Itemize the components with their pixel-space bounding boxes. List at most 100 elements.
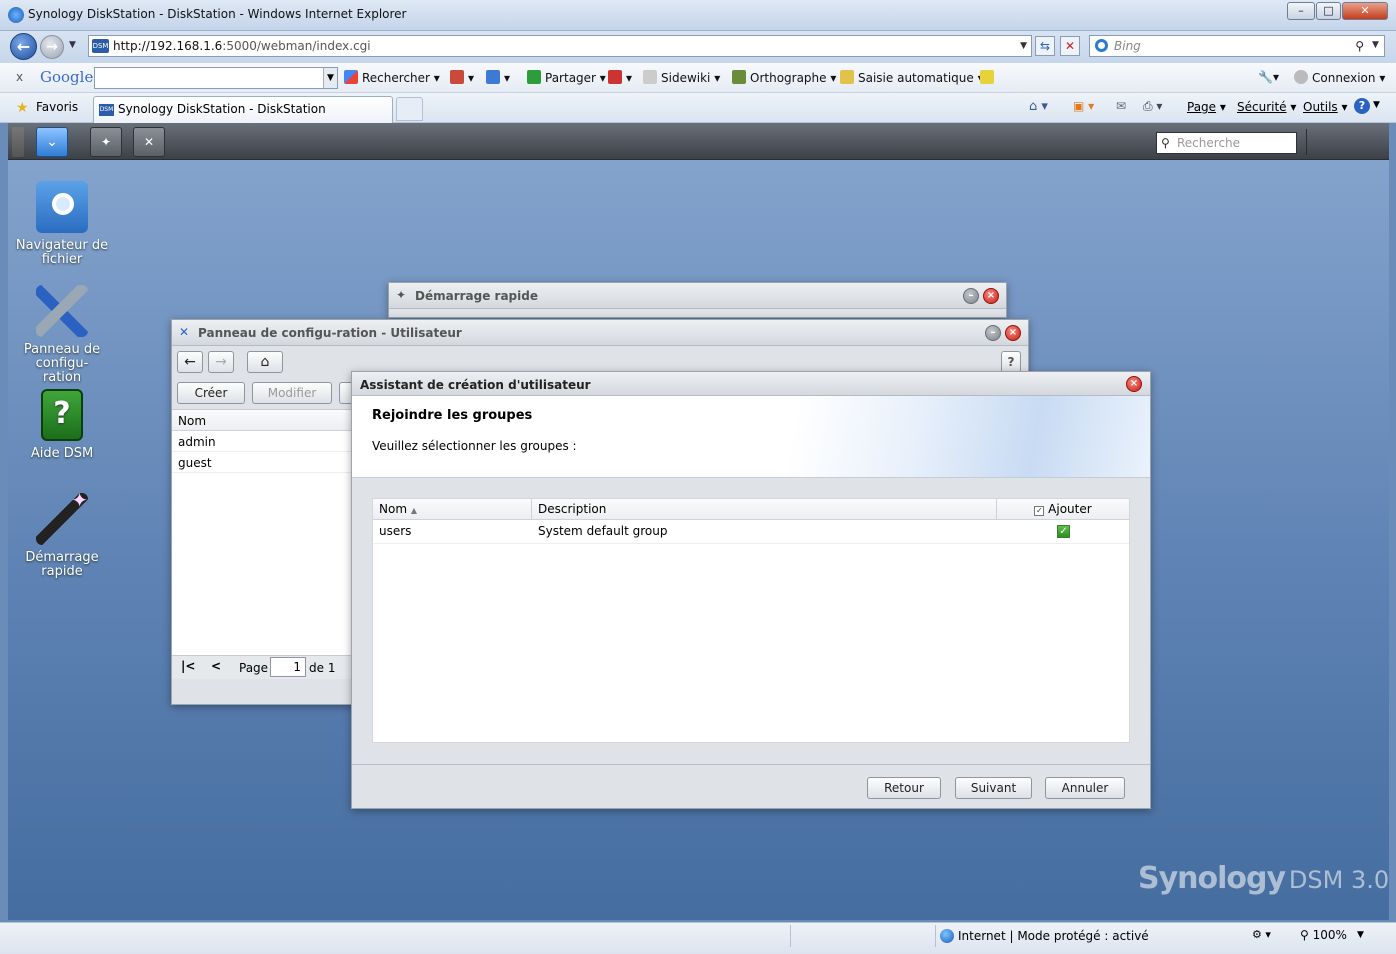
highlight-icon[interactable] (980, 70, 998, 85)
tools-icon: ✕ (179, 325, 190, 339)
new-tab-button[interactable] (396, 97, 423, 121)
bookmarks-button[interactable]: ▾ (450, 70, 474, 85)
share-label: Partager (545, 71, 596, 85)
zoom-button[interactable]: ⚲ 100% (1300, 928, 1347, 942)
back-button[interactable]: Retour (867, 777, 941, 799)
create-user-button[interactable]: Créer (177, 382, 245, 404)
spellcheck-button[interactable]: Orthographe ▾ (732, 70, 836, 85)
select-all-checkbox[interactable]: ✓ (1034, 506, 1045, 516)
nav-back-button[interactable]: ← (177, 351, 203, 373)
file-browser-shortcut[interactable]: Navigateur de fichier (12, 181, 112, 267)
stop-icon[interactable]: ✕ (1060, 36, 1080, 56)
status-bar: Internet | Mode protégé : activé ⚙ ▾ ⚲ 1… (0, 922, 1396, 954)
dsm-help-shortcut[interactable]: ? Aide DSM (12, 389, 112, 461)
dsm-search-input[interactable]: ⚲ Recherche (1156, 132, 1297, 154)
column-header-add[interactable]: ✓ Ajouter (997, 499, 1129, 520)
quick-start-shortcut[interactable]: ✦ Démarrage rapide (12, 490, 112, 579)
add-button[interactable]: ▾ (486, 70, 510, 85)
control-panel-close-button[interactable]: × (1005, 325, 1021, 341)
maximize-button[interactable]: □ (1316, 2, 1341, 20)
column-header-description[interactable]: Description (532, 499, 997, 520)
control-panel-title: Panneau de configu-ration - Utilisateur (198, 326, 462, 340)
page-total-label: de 1 (309, 661, 336, 675)
wizard-subtitle: Veuillez sélectionner les groupes : (372, 439, 577, 453)
google-search-input[interactable]: ▼ (94, 67, 338, 89)
search-placeholder: Bing (1114, 39, 1141, 53)
url-input[interactable]: DSM http://192.168.1.6:5000/webman/index… (88, 35, 1032, 57)
back-arrow-icon[interactable]: ← (10, 33, 37, 60)
page-number-input[interactable]: 1 (270, 657, 306, 677)
browser-tab[interactable]: DSM Synology DiskStation - DiskStation (93, 96, 393, 123)
url-host: http://192.168.1.6 (113, 39, 223, 53)
control-panel-titlebar: ✕ Panneau de configu-ration - Utilisateu… (172, 320, 1028, 346)
table-row[interactable]: users System default group ✓ (373, 520, 1129, 544)
sidewiki-button[interactable]: Sidewiki ▾ (643, 70, 720, 85)
group-add-checkbox[interactable]: ✓ (1057, 525, 1070, 538)
security-zone-label[interactable]: Internet | Mode protégé : activé (958, 929, 1149, 943)
prev-page-icon[interactable]: < (211, 659, 221, 673)
modify-user-button[interactable]: Modifier (252, 382, 332, 404)
close-window-button[interactable]: ✕ (1342, 2, 1388, 20)
home-icon[interactable]: ⌂ ▾ (1029, 99, 1048, 114)
google-search-icon (344, 70, 358, 84)
zoom-level: 100% (1312, 928, 1347, 942)
mail-icon[interactable]: ✉ (1116, 99, 1126, 113)
search-options-icon[interactable]: ▼ (1372, 40, 1379, 50)
share-button[interactable]: Partager ▾ (527, 70, 606, 85)
url-dropdown-icon[interactable]: ▼ (1020, 36, 1027, 56)
wizard-title: Assistant de création d'utilisateur (360, 378, 591, 392)
search-magnifier-icon[interactable]: ⚲ (1355, 36, 1364, 56)
history-dropdown-icon[interactable]: ▼ (69, 40, 76, 50)
minimize-button[interactable]: – (1287, 2, 1315, 20)
synology-logo: Synology (1138, 861, 1286, 896)
next-button[interactable]: Suivant (955, 777, 1032, 799)
wizard-heading: Rejoindre les groupes (372, 408, 533, 423)
control-panel-shortcut[interactable]: Panneau de configu-ration (12, 285, 112, 385)
cancel-button[interactable]: Annuler (1045, 777, 1125, 799)
nav-forward-button[interactable]: → (208, 351, 234, 373)
print-icon[interactable]: ⎙ ▾ (1143, 99, 1162, 114)
wrench-icon[interactable]: 🔧▾ (1258, 70, 1279, 84)
search-input[interactable]: Bing ⚲ (1089, 35, 1385, 57)
nav-home-button[interactable]: ⌂ (247, 351, 283, 373)
taskbar-handle[interactable] (12, 127, 24, 157)
google-search-label: Rechercher (362, 71, 430, 85)
compatibility-icon[interactable]: ⇆ (1035, 36, 1055, 56)
column-name-label: Nom (379, 502, 408, 516)
user-row-admin[interactable]: admin (172, 431, 352, 452)
quick-start-close-button[interactable]: × (983, 288, 999, 304)
tools-menu[interactable]: Outils ▾ (1303, 100, 1348, 114)
zoom-dropdown-icon[interactable]: ▼ (1357, 930, 1364, 940)
control-panel-taskbar-button[interactable]: ✕ (133, 127, 165, 157)
page-menu[interactable]: Page ▾ (1187, 100, 1226, 114)
dsm-brand: Synology DSM 3.0 (1138, 861, 1389, 896)
feeds-icon[interactable]: ▣ ▾ (1073, 99, 1094, 113)
control-panel-help-button[interactable]: ? (1001, 351, 1021, 373)
connect-button[interactable]: Connexion ▾ (1294, 70, 1385, 85)
user-list-header[interactable]: Nom (172, 410, 352, 431)
quick-start-taskbar-button[interactable]: ✦ (90, 127, 122, 157)
google-search-button[interactable]: Rechercher ▾ (344, 70, 440, 85)
safety-menu[interactable]: Sécurité ▾ (1237, 100, 1296, 114)
quick-start-minimize-button[interactable]: – (963, 288, 979, 304)
wizard-close-button[interactable]: × (1126, 376, 1142, 392)
forward-arrow-icon[interactable]: → (40, 35, 64, 59)
user-row-guest[interactable]: guest (172, 452, 352, 473)
popup-blocker-icon (608, 70, 622, 84)
popup-blocker-button[interactable]: ▾ (608, 70, 632, 85)
quick-start-title: Démarrage rapide (415, 289, 538, 303)
main-menu-button[interactable]: ⌄ (36, 127, 68, 157)
google-search-dropdown-icon[interactable]: ▼ (323, 68, 337, 88)
autofill-label: Saisie automatique (858, 71, 974, 85)
first-page-icon[interactable]: |< (181, 659, 195, 673)
column-header-name[interactable]: Nom ▲ (373, 499, 532, 520)
help-icon[interactable]: ? (1354, 98, 1370, 114)
taskbar-divider (1306, 129, 1307, 155)
favorites-button[interactable]: Favoris (36, 100, 78, 114)
autofill-button[interactable]: Saisie automatique ▾ (840, 70, 984, 85)
control-panel-minimize-button[interactable]: – (985, 325, 1001, 341)
protected-mode-icon[interactable]: ⚙ ▾ (1252, 928, 1271, 941)
google-toolbar-close[interactable]: x (16, 70, 23, 84)
help-dropdown-icon[interactable]: ▼ (1373, 100, 1380, 110)
sort-asc-icon: ▲ (410, 506, 417, 515)
